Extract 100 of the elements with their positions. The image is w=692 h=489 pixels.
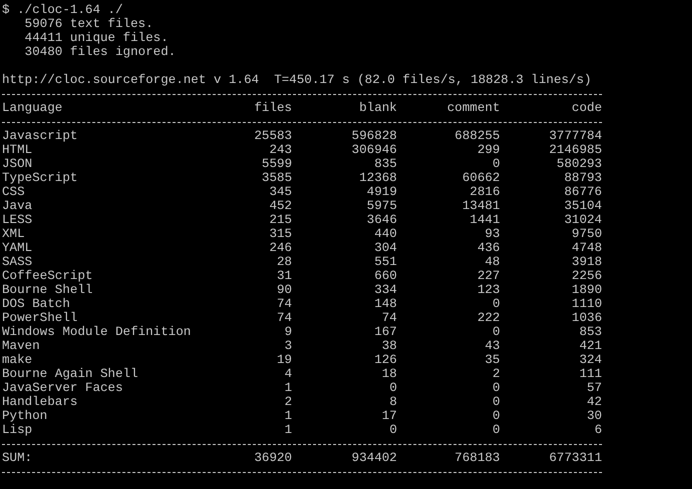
table-cell-text: 12368 [358,171,397,185]
table-cell-text: 9 [283,325,292,339]
table-cell-text: 222 [476,311,500,325]
command-line: $ ./cloc-1.64 ./ [2,3,124,17]
table-cell-text: 580293 [556,157,602,171]
language-cell-text: Bourne Again Shell [2,367,140,381]
table-cell-text: 4 [283,367,292,381]
table-cell-text: 74 [276,311,292,325]
language-cell-text: YAML [2,241,34,255]
table-cell-text: 440 [373,227,397,241]
table-cell-text: 3918 [570,255,602,269]
column-header: blank [358,101,397,115]
table-cell-text: 345 [268,185,292,199]
table-cell-text: 688255 [454,129,500,143]
table-cell-text: 243 [268,143,292,157]
table-cell-text: 660 [373,269,397,283]
column-header: code [570,101,602,115]
table-cell-text: 334 [373,283,397,297]
table-cell-text: 2 [283,395,292,409]
table-cell-text: 2 [491,367,500,381]
language-cell-text: Bourne Shell [2,283,94,297]
table-cell-text: 246 [268,241,292,255]
table-cell-text: 4748 [570,241,602,255]
language-cell-text: LESS [2,213,34,227]
table-cell-text: 1 [283,423,292,437]
table-cell-text: 8 [388,395,397,409]
table-cell-text: 3 [283,339,292,353]
table-cell-text: 18 [380,367,397,381]
table-cell-text: 835 [373,157,397,171]
language-cell-text: HTML [2,143,34,157]
language-cell-text: SUM: [2,451,34,465]
table-cell-text: 0 [491,297,500,311]
summary-line: 59076 text files. [24,17,154,31]
table-cell-text: 1441 [468,213,500,227]
table-cell-text: 3646 [366,213,397,227]
language-cell-text: SASS [2,255,34,269]
language-cell-text: CoffeeScript [2,269,94,283]
table-cell-text: 90 [276,283,292,297]
table-cell-text: 215 [268,213,292,227]
table-cell-text: 9750 [570,227,602,241]
table-cell-text: 5975 [366,199,397,213]
table-cell-text: 13481 [461,199,500,213]
table-cell-text: 86776 [563,185,602,199]
table-cell-text: 17 [380,409,397,423]
table-cell-text: 551 [373,255,397,269]
table-cell-text: 304 [373,241,397,255]
table-cell-text: 299 [476,143,500,157]
summary-line: 44411 unique files. [24,31,170,45]
language-cell-text: Windows Module Definition [2,325,192,339]
table-cell-text: 126 [373,353,397,367]
table-cell-text: 148 [373,297,397,311]
table-cell-text: 421 [578,339,602,353]
table-cell-text: 2816 [468,185,500,199]
table-cell-text: 0 [388,381,397,395]
language-cell-text: JSON [2,157,34,171]
table-cell-text: 111 [578,367,602,381]
table-cell-text: 28 [276,255,292,269]
language-cell-text: XML [2,227,26,241]
language-cell-text: Lisp [2,423,34,437]
table-cell-text: 43 [484,339,500,353]
language-cell-text: Maven [2,339,41,353]
table-cell-text: 1110 [570,297,602,311]
table-cell-text: 4919 [366,185,397,199]
language-cell-text: Javascript [2,129,79,143]
column-header: comment [446,101,500,115]
table-cell-text: 227 [476,269,500,283]
table-cell-text: 25583 [253,129,292,143]
table-cell-text: 31 [276,269,292,283]
table-cell-text: 74 [276,297,292,311]
table-cell-text: 3585 [260,171,292,185]
table-cell-text: 596828 [350,129,397,143]
column-header: Language [2,101,64,115]
table-cell-text: 315 [268,227,292,241]
table-cell-text: 1 [283,409,292,423]
table-cell-text: 0 [491,325,500,339]
table-cell-text: 436 [476,241,500,255]
timing-line: http://cloc.sourceforge.net v 1.64 T=450.17 s (82.0 files/s, 18828.3 lines/s) [2,73,592,87]
column-header: files [253,101,292,115]
table-cell-text: 324 [578,353,602,367]
table-cell-text: 0 [491,157,500,171]
table-cell-text: 6 [593,423,602,437]
table-cell-text: 35 [484,353,500,367]
table-cell-text: 38 [380,339,397,353]
table-cell-text: 0 [491,409,500,423]
table-cell-text: 452 [268,199,292,213]
table-cell-text: 0 [491,423,500,437]
table-cell-text: 2256 [570,269,602,283]
table-cell-text: 88793 [563,171,602,185]
table-cell-text: 6773311 [548,451,602,465]
table-cell-text: 31024 [563,213,602,227]
table-cell-text: 853 [578,325,602,339]
language-cell-text: PowerShell [2,311,79,325]
table-cell-text: 0 [388,423,397,437]
table-cell-text: 93 [484,227,500,241]
table-cell-text: 60662 [461,171,500,185]
language-cell-text: TypeScript [2,171,79,185]
language-cell-text: Java [2,199,34,213]
language-cell-text: CSS [2,185,26,199]
table-cell-text: 768183 [454,451,500,465]
table-cell-text: 167 [373,325,397,339]
